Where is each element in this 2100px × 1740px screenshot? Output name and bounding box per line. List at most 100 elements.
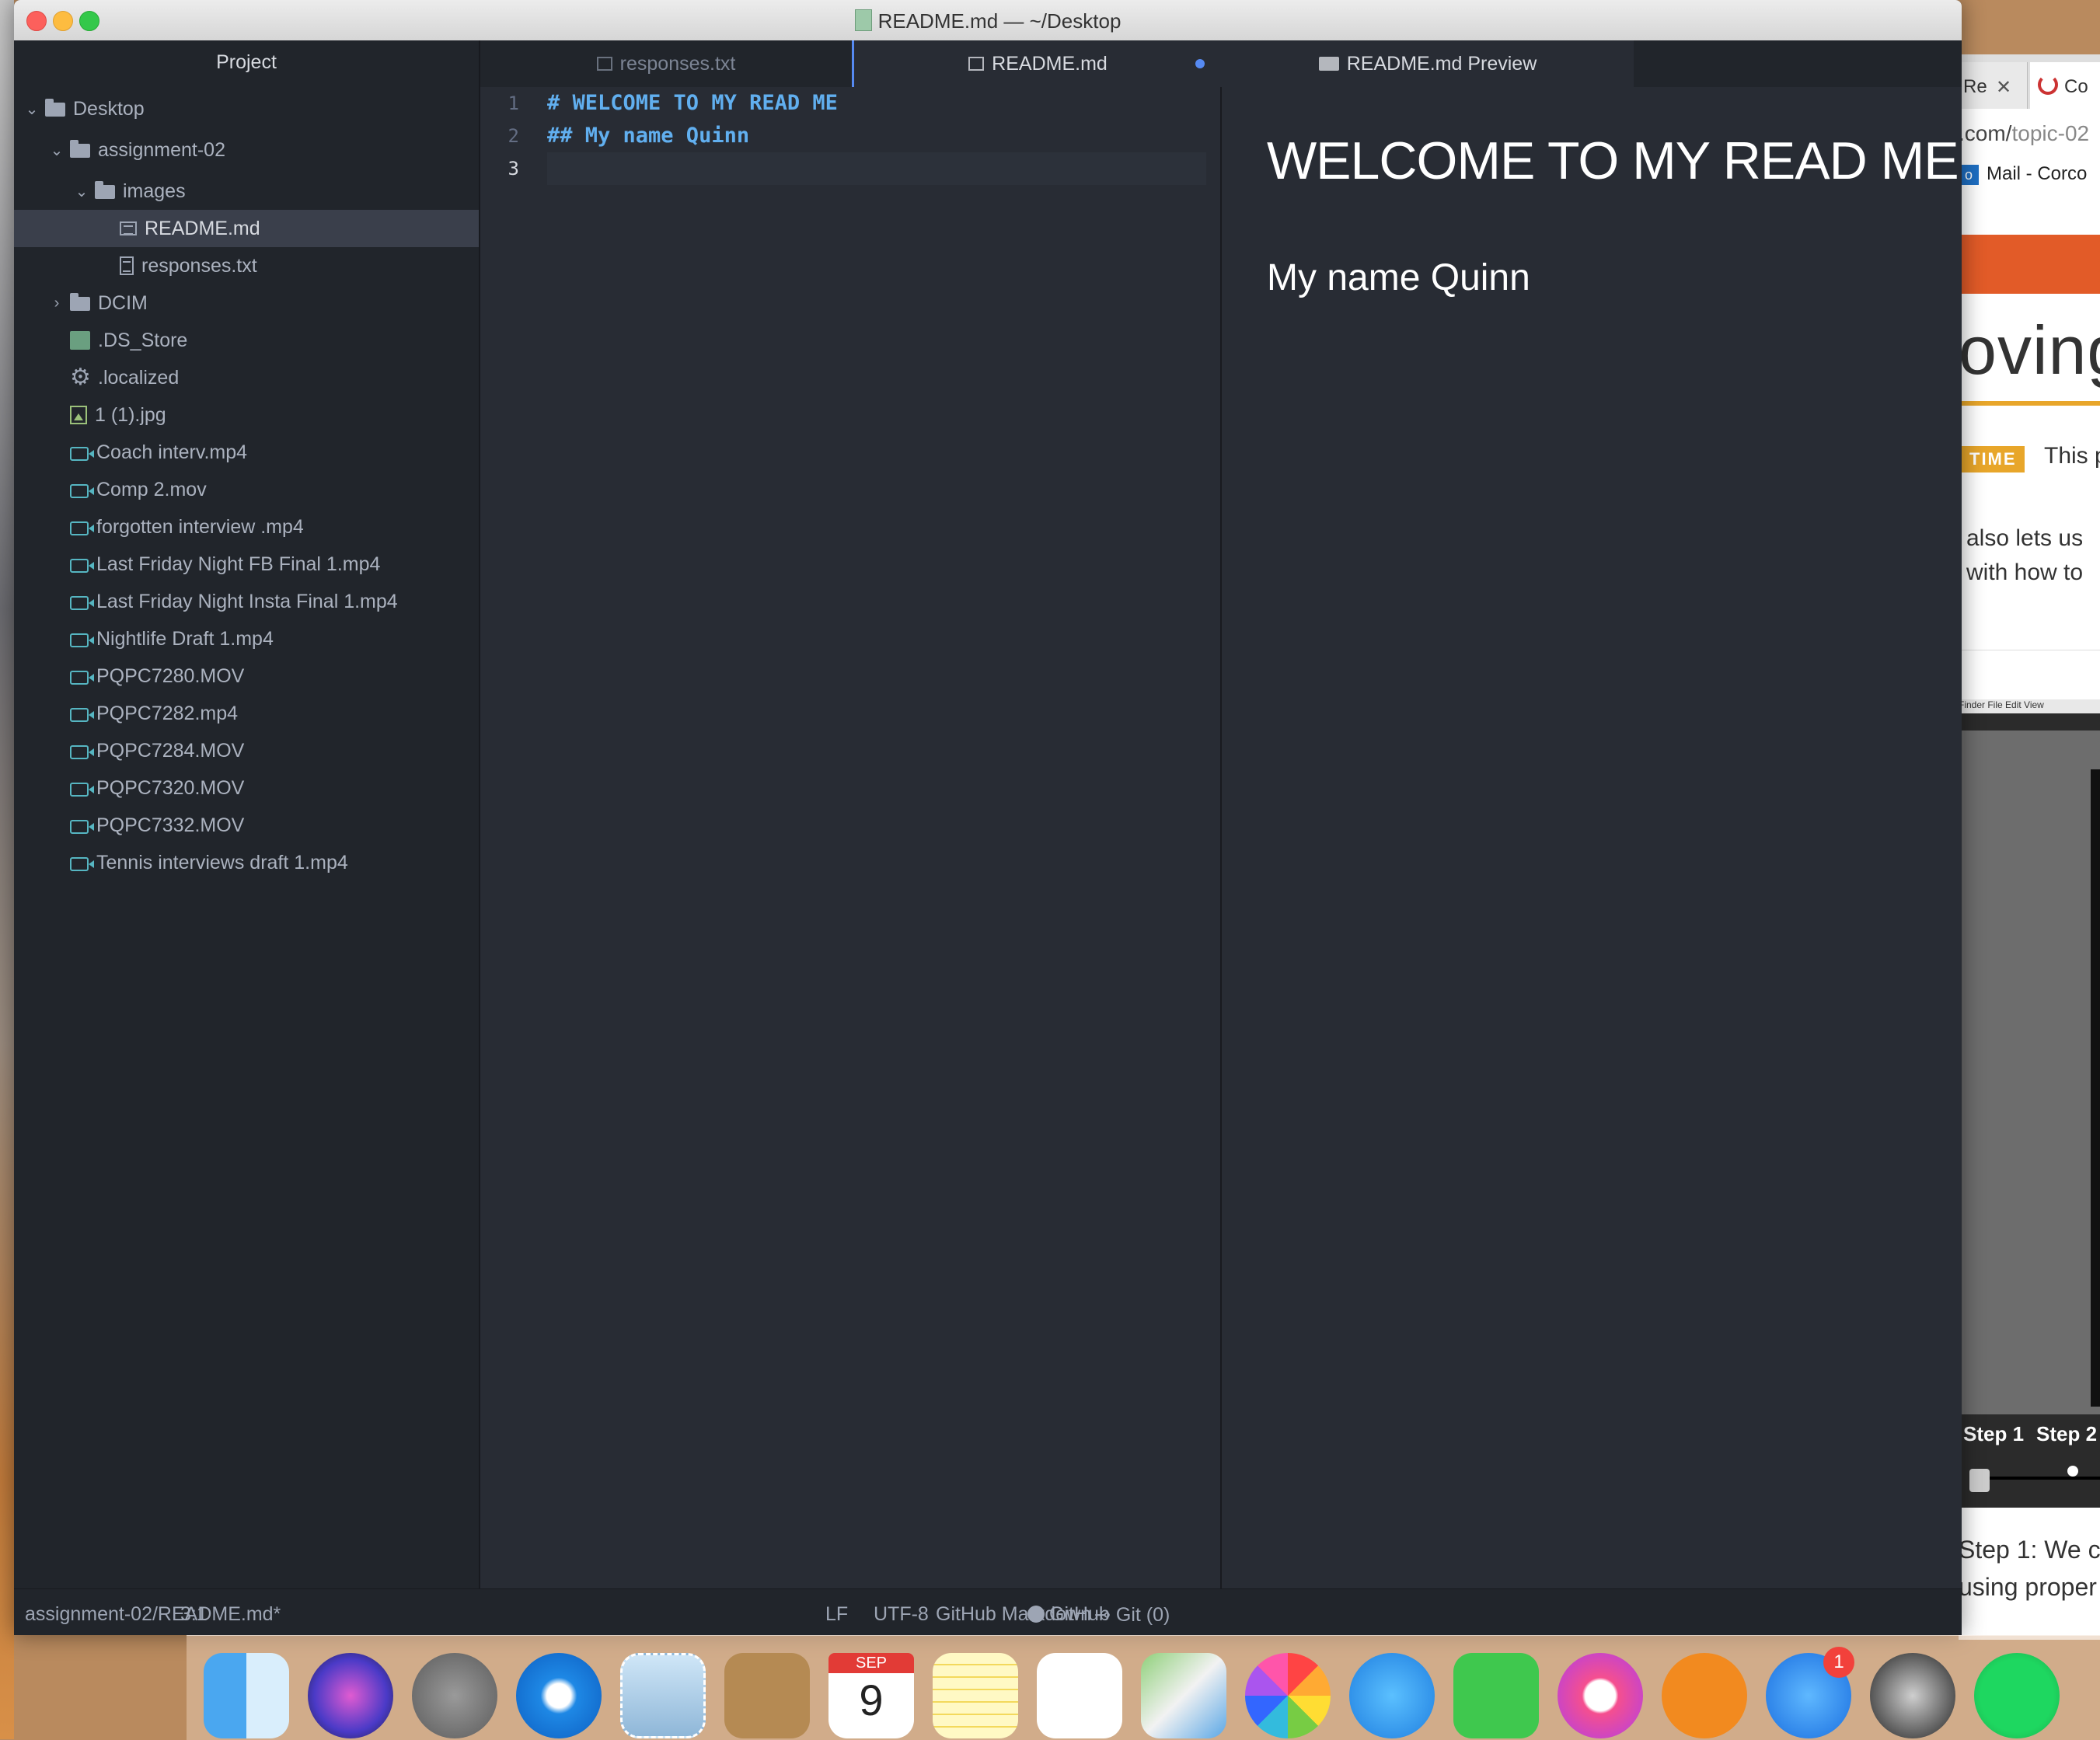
title-bar[interactable]: README.md — ~/Desktop	[14, 0, 1962, 41]
video-file-icon	[70, 708, 94, 722]
tree-item[interactable]: Tennis interviews draft 1.mp4	[14, 844, 479, 881]
time-badge: TIME	[1962, 446, 2025, 472]
browser-tab-2[interactable]: Co	[2030, 62, 2100, 109]
tree-item[interactable]: › DCIM	[14, 284, 479, 322]
spotify-icon[interactable]	[1974, 1653, 2060, 1738]
code-line[interactable]: ## My name Quinn	[547, 120, 1206, 152]
step-1-tab[interactable]: Step 1	[1963, 1422, 2024, 1446]
project-header[interactable]: Project	[14, 40, 479, 84]
photos-icon[interactable]	[1245, 1653, 1331, 1738]
tree-item[interactable]: ⌄ assignment-02	[14, 127, 479, 173]
tree-item-label: forgotten interview .mp4	[96, 515, 304, 538]
chevron-down-icon[interactable]: ⌄	[50, 141, 64, 160]
tree-item[interactable]: PQPC7320.MOV	[14, 769, 479, 807]
notes-icon[interactable]	[933, 1653, 1018, 1738]
close-icon[interactable]: ✕	[1996, 76, 2011, 99]
step-slider-handle[interactable]	[1969, 1469, 1990, 1492]
code-line[interactable]: # WELCOME TO MY READ ME	[547, 87, 1206, 120]
video-file-icon	[70, 447, 94, 461]
video-file-icon	[70, 596, 94, 610]
browser-window[interactable]: Re ✕ Co .com/topic-02 o Mail - Corco ovin…	[1959, 54, 2100, 1640]
browser-tab-1-label: Re	[1963, 76, 1987, 97]
contacts-icon[interactable]	[724, 1653, 810, 1738]
chevron-right-icon[interactable]: ›	[50, 295, 64, 312]
tree-item-label: assignment-02	[98, 138, 225, 161]
browser-address-bar[interactable]: .com/topic-02	[1959, 121, 2089, 146]
status-line-ending[interactable]: LF	[825, 1603, 848, 1626]
tree-item-label: Last Friday Night FB Final 1.mp4	[96, 553, 381, 575]
hero-underline	[1959, 401, 2100, 406]
mail-stamp-icon[interactable]	[620, 1653, 706, 1738]
tab-responses-txt[interactable]: responses.txt	[480, 40, 852, 87]
tree-item[interactable]: PQPC7284.MOV	[14, 732, 479, 769]
tree-item[interactable]: ⌄ Desktop	[14, 90, 479, 127]
status-git[interactable]: ⊸ Git (0)	[1094, 1603, 1170, 1627]
facetime-icon[interactable]	[1453, 1653, 1539, 1738]
bookmark-mail[interactable]: o Mail - Corco	[1959, 163, 2087, 194]
project-tree-view[interactable]: Project ⌄ Desktop ⌄ assignment-02 ⌄ images REA…	[14, 40, 480, 1588]
finder-icon[interactable]	[204, 1653, 289, 1738]
tree-item[interactable]: forgotten interview .mp4	[14, 508, 479, 546]
siri-icon[interactable]	[308, 1653, 393, 1738]
binary-file-icon	[70, 331, 90, 350]
system-preferences-icon[interactable]	[1870, 1653, 1955, 1738]
app-store-icon[interactable]: 1	[1766, 1647, 1854, 1738]
tree-item[interactable]: PQPC7280.MOV	[14, 657, 479, 695]
status-file-path[interactable]: assignment-02/README.md*	[25, 1603, 281, 1626]
itunes-icon[interactable]	[1558, 1653, 1643, 1738]
calendar-icon[interactable]: SEP 9	[828, 1653, 914, 1738]
tree-item[interactable]: ⚙ .localized	[14, 359, 479, 396]
intro-text: This p	[2044, 443, 2100, 469]
tree-item-label: 1 (1).jpg	[95, 403, 166, 426]
markdown-preview-pane[interactable]: WELCOME TO MY READ ME My name Quinn	[1222, 87, 1962, 1588]
tree-item-label: responses.txt	[141, 254, 257, 277]
tab-readme-preview[interactable]: README.md Preview	[1222, 40, 1634, 87]
step-2-dot[interactable]	[2067, 1466, 2078, 1477]
tree-item[interactable]: responses.txt	[14, 247, 479, 284]
tab-bar: responses.txt README.md README.md Previe…	[480, 40, 1962, 87]
file-tree: ⌄ Desktop ⌄ assignment-02 ⌄ images README.md re…	[14, 90, 479, 881]
tree-item[interactable]: PQPC7282.mp4	[14, 695, 479, 732]
video-file-icon	[70, 633, 94, 647]
modified-indicator[interactable]	[1195, 59, 1205, 68]
reminders-icon[interactable]	[1037, 1653, 1122, 1738]
messages-icon[interactable]	[1349, 1653, 1435, 1738]
video-file-icon	[70, 783, 94, 797]
tree-item[interactable]: Last Friday Night Insta Final 1.mp4	[14, 583, 479, 620]
tree-item[interactable]: Last Friday Night FB Final 1.mp4	[14, 546, 479, 583]
video-file-icon	[70, 484, 94, 498]
tree-item[interactable]: .DS_Store	[14, 322, 479, 359]
tree-item[interactable]: Nightlife Draft 1.mp4	[14, 620, 479, 657]
step-text-line-2: using proper	[1959, 1573, 2097, 1601]
tree-item[interactable]: ⌄ images	[14, 173, 479, 210]
embedded-tutorial-video[interactable]: Finder File Edit View Step 1 Step 2	[1959, 699, 2100, 1508]
tree-item[interactable]: 1 (1).jpg	[14, 396, 479, 434]
safari-icon[interactable]	[516, 1653, 602, 1738]
tab-readme-md[interactable]: README.md	[852, 40, 1222, 87]
tree-item[interactable]: Comp 2.mov	[14, 471, 479, 508]
tree-item[interactable]: README.md	[14, 210, 479, 247]
step-2-tab[interactable]: Step 2	[2036, 1422, 2097, 1446]
tree-item-label: DCIM	[98, 291, 148, 314]
image-file-icon	[70, 406, 87, 424]
text-file-icon	[120, 256, 134, 275]
desktop-background	[0, 0, 14, 1739]
text-editor[interactable]: 1 2 3 # WELCOME TO MY READ ME ## My name…	[480, 87, 1220, 1588]
tree-item-label: PQPC7284.MOV	[96, 739, 245, 762]
maps-icon[interactable]	[1141, 1653, 1226, 1738]
chevron-down-icon[interactable]: ⌄	[75, 182, 89, 201]
tree-item[interactable]: Coach interv.mp4	[14, 434, 479, 471]
chevron-down-icon[interactable]: ⌄	[25, 99, 39, 119]
code-area[interactable]: # WELCOME TO MY READ ME ## My name Quinn	[547, 87, 1206, 185]
status-cursor-position[interactable]: 3:1	[180, 1603, 208, 1626]
tree-item[interactable]: PQPC7332.MOV	[14, 807, 479, 844]
atom-window: README.md — ~/Desktop Project ⌄ Desktop ⌄ a…	[14, 0, 1962, 1635]
markdown-file-icon	[968, 57, 985, 71]
browser-tab-1[interactable]: Re ✕	[1959, 62, 2028, 109]
launchpad-icon[interactable]	[412, 1653, 497, 1738]
code-line-current[interactable]	[547, 152, 1206, 185]
status-encoding[interactable]: UTF-8	[874, 1603, 929, 1626]
ibooks-icon[interactable]	[1662, 1653, 1747, 1738]
step-text-line-1: Step 1: We ca	[1959, 1536, 2100, 1564]
preview-heading-1: WELCOME TO MY READ ME	[1267, 131, 1959, 190]
